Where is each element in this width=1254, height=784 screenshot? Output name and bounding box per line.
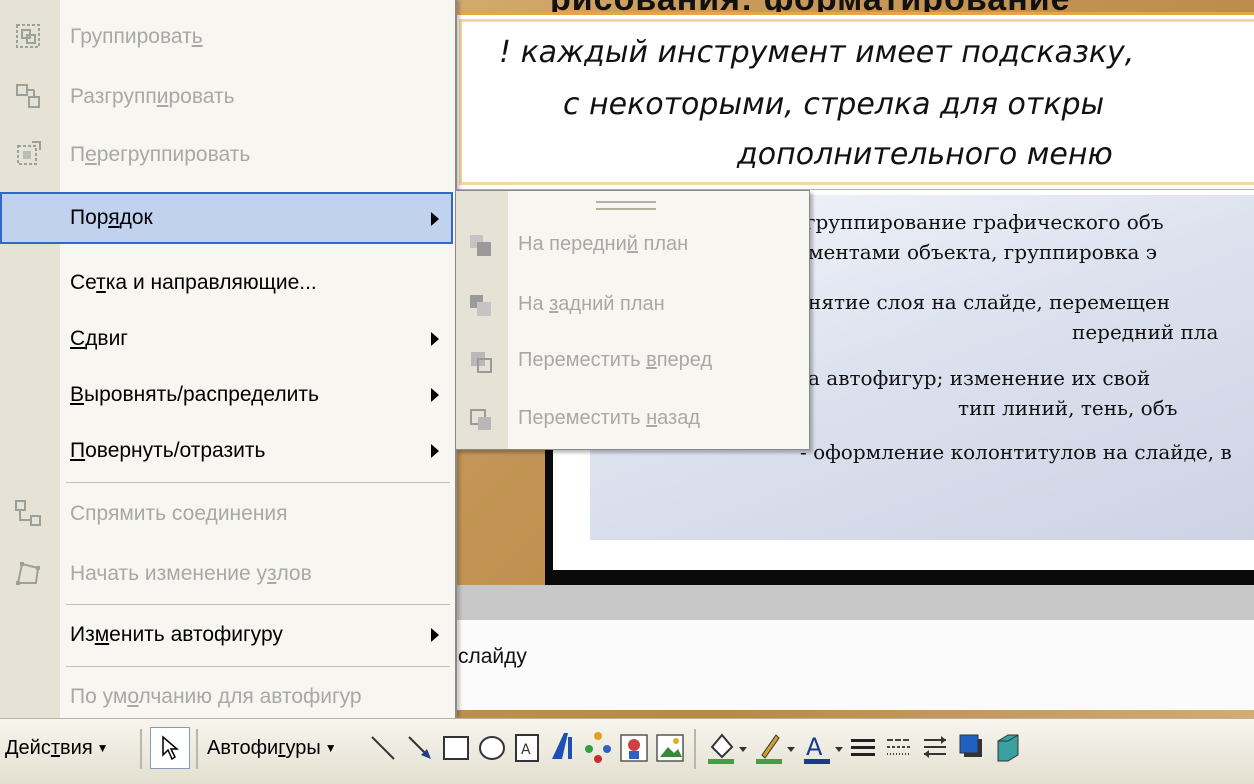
- submenu-item-label: Переместить вперед: [518, 349, 713, 371]
- submenu-arrow-icon: [431, 628, 439, 642]
- dropdown-arrow-icon: ▼: [324, 741, 337, 755]
- slide-text-line: ментами объекта, группировка э: [808, 240, 1157, 264]
- select-objects-button[interactable]: [150, 727, 190, 769]
- menu-item-label: Начать изменение узлов: [70, 562, 312, 585]
- submenu-item-label: Переместить назад: [518, 407, 701, 429]
- slide-text-line: передний пла: [1072, 320, 1219, 344]
- slide-text-line: тип линий, тень, объ: [958, 396, 1178, 420]
- toolbar-separator: [196, 729, 198, 769]
- diagram-icon[interactable]: [582, 727, 614, 767]
- slide-text-line: группирование графического объ: [805, 210, 1164, 234]
- menu-item-grid-guides[interactable]: Сетка и направляющие...: [0, 256, 453, 312]
- menu-item-change-autoshape[interactable]: Изменить автофигуру: [0, 608, 453, 664]
- menu-item-label: По умолчанию для автофигур: [70, 685, 362, 708]
- actions-label: Действия: [5, 736, 93, 759]
- menu-item-label: Разгруппировать: [70, 85, 235, 108]
- menu-item-label: Сетка и направляющие...: [70, 271, 317, 294]
- note-callout: ! каждый инструмент имеет подсказку, с н…: [452, 12, 1254, 192]
- shadow-style-icon[interactable]: [956, 727, 986, 767]
- menu-item-label: Повернуть/отразить: [70, 439, 266, 462]
- menu-item-order[interactable]: Порядок: [0, 192, 453, 244]
- menu-separator: [66, 482, 450, 483]
- toolbar-separator: [140, 729, 142, 769]
- submenu-item-label: На передний план: [518, 233, 689, 255]
- text-box-icon[interactable]: A: [512, 727, 542, 767]
- edit-points-icon: [16, 562, 40, 585]
- menu-separator: [66, 604, 450, 605]
- bring-to-front-icon: [470, 235, 491, 256]
- ungroup-icon: [16, 84, 40, 108]
- bring-forward-icon: [471, 352, 492, 373]
- submenu-arrow-icon: [431, 212, 439, 226]
- menu-item-label: Спрямить соединения: [70, 502, 288, 525]
- line-tool-icon[interactable]: [368, 727, 398, 767]
- 3d-style-icon[interactable]: [992, 727, 1022, 767]
- menu-item-label: Порядок: [70, 206, 153, 229]
- oval-tool-icon[interactable]: [476, 727, 508, 767]
- menu-item-align-distribute[interactable]: Выровнять/распределить: [0, 368, 453, 424]
- submenu-drag-handle[interactable]: [596, 201, 656, 210]
- autoshapes-menu-button[interactable]: Автофигуры ▼: [206, 727, 338, 769]
- submenu-item-bring-to-front[interactable]: На передний план: [456, 221, 809, 271]
- menu-item-nudge[interactable]: Сдвиг: [0, 312, 453, 368]
- menu-separator: [66, 666, 450, 667]
- slide-text-line: - оформление колонтитулов на слайде, в: [800, 440, 1232, 464]
- note-line-1: ! каждый инструмент имеет подсказку,: [499, 35, 1135, 70]
- fill-color-icon[interactable]: [704, 727, 748, 767]
- rectangle-tool-icon[interactable]: [440, 727, 472, 767]
- font-color-icon[interactable]: A: [800, 727, 844, 767]
- svg-text:A: A: [806, 733, 823, 761]
- menu-item-ungroup[interactable]: Разгруппировать: [0, 70, 453, 126]
- submenu-item-label: На задний план: [518, 293, 665, 315]
- actions-menu: Группировать Разгруппировать Перегруппир…: [0, 0, 457, 718]
- actions-menu-button[interactable]: Действия ▼: [4, 727, 110, 769]
- notes-text: слайду: [458, 645, 527, 668]
- send-to-back-icon: [470, 295, 491, 316]
- line-style-icon[interactable]: [848, 727, 878, 767]
- toolbar-separator: [694, 729, 696, 769]
- autoshapes-label: Автофигуры: [207, 736, 321, 759]
- menu-item-group[interactable]: Группировать: [0, 10, 453, 66]
- menu-item-label: Перегруппировать: [70, 143, 251, 166]
- submenu-arrow-icon: [431, 332, 439, 346]
- submenu-item-bring-forward[interactable]: Переместить вперед: [456, 337, 809, 387]
- menu-item-rotate-flip[interactable]: Повернуть/отразить: [0, 424, 453, 480]
- menu-item-label: Сдвиг: [70, 327, 128, 350]
- menu-item-regroup[interactable]: Перегруппировать: [0, 128, 453, 184]
- menu-item-label: Группировать: [70, 25, 203, 48]
- regroup-icon: [17, 141, 41, 165]
- note-line-3: дополнительного меню: [737, 137, 1113, 172]
- send-backward-icon: [470, 409, 491, 430]
- submenu-arrow-icon: [431, 388, 439, 402]
- slide-text-line: а автофигур; изменение их свой: [808, 366, 1151, 390]
- menu-item-reroute-connectors[interactable]: Спрямить соединения: [0, 487, 453, 543]
- submenu-item-send-backward[interactable]: Переместить назад: [456, 395, 809, 445]
- note-line-2: с некоторыми, стрелка для откры: [563, 87, 1105, 122]
- reroute-connectors-icon: [15, 500, 41, 526]
- submenu-arrow-icon: [431, 444, 439, 458]
- svg-text:A: A: [521, 742, 531, 758]
- wordart-icon[interactable]: [548, 727, 578, 767]
- arrow-tool-icon[interactable]: [405, 727, 435, 767]
- drawing-toolbar: Действия ▼ Автофигуры ▼ A A: [0, 718, 1254, 784]
- menu-item-label: Изменить автофигуру: [70, 623, 283, 646]
- group-icon: [16, 24, 40, 48]
- order-submenu: На передний план На задний план Перемест…: [455, 190, 810, 450]
- clip-art-icon[interactable]: [618, 727, 650, 767]
- slide-workspace: [455, 585, 1254, 620]
- notes-pane[interactable]: [455, 620, 1254, 710]
- submenu-item-send-to-back[interactable]: На задний план: [456, 281, 809, 331]
- insert-picture-icon[interactable]: [654, 727, 686, 767]
- line-color-icon[interactable]: [752, 727, 796, 767]
- slide-text-line: нятие слоя на слайде, перемещен: [808, 290, 1171, 314]
- arrow-style-icon[interactable]: [920, 727, 950, 767]
- dropdown-arrow-icon: ▼: [96, 741, 109, 755]
- dash-style-icon[interactable]: [884, 727, 914, 767]
- menu-item-label: Выровнять/распределить: [70, 383, 319, 406]
- menu-item-edit-points[interactable]: Начать изменение узлов: [0, 547, 453, 603]
- pointer-arrow-icon: [162, 735, 180, 761]
